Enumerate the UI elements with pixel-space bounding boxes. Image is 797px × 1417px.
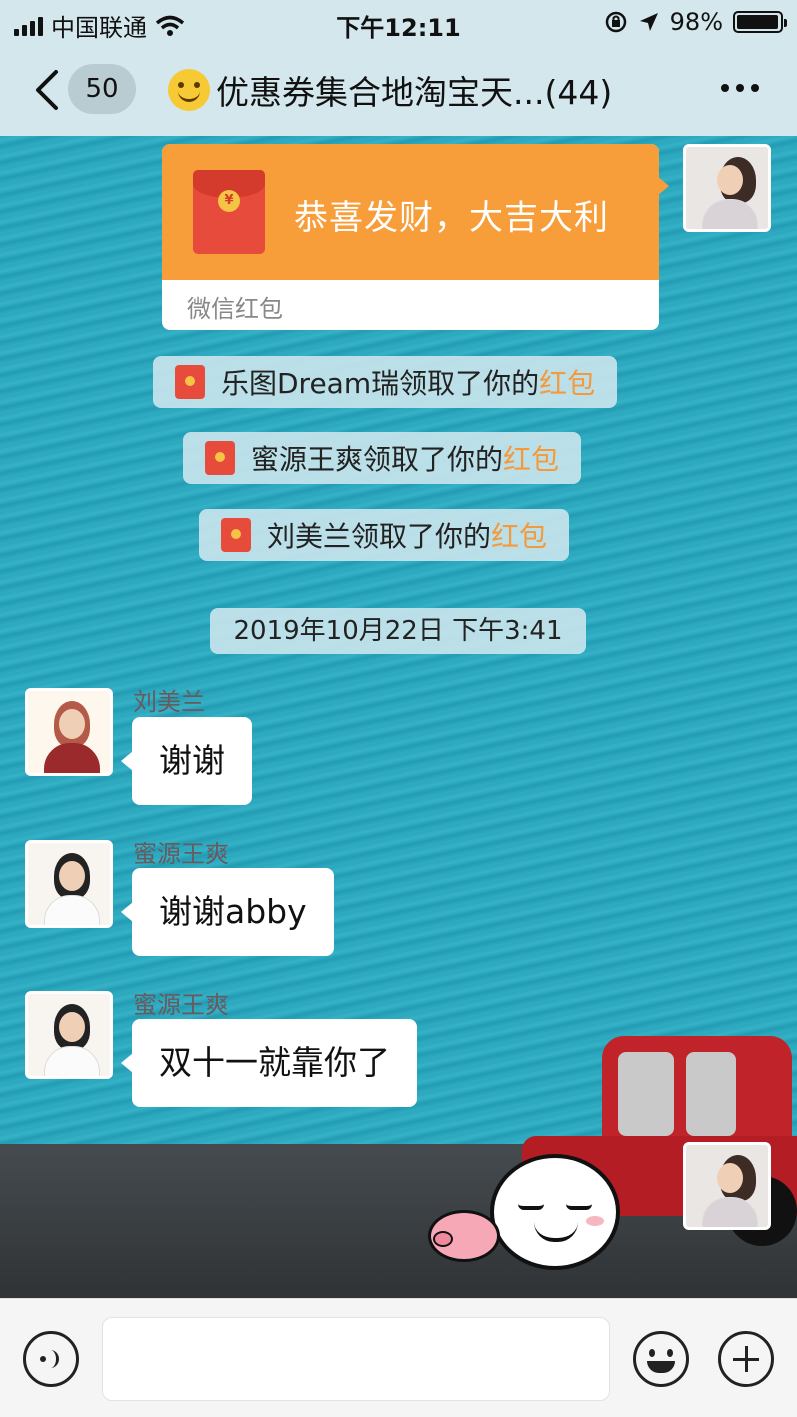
- red-packet-claim-notice: 刘美兰 领取了你的 红包: [199, 509, 570, 561]
- chat-header: 50 优惠券集合地淘宝天...(44): [0, 46, 797, 136]
- sticker-message[interactable]: [428, 1154, 638, 1298]
- voice-icon[interactable]: [23, 1331, 79, 1387]
- bubble-tail: [657, 176, 669, 196]
- chat-title: 优惠券集合地淘宝天...(44): [216, 73, 613, 112]
- red-packet-link[interactable]: 红包: [491, 515, 547, 555]
- message-bubble[interactable]: 双十一就靠你了: [121, 1019, 417, 1107]
- pig-icon: [428, 1210, 500, 1262]
- unread-count-badge[interactable]: 50: [68, 64, 136, 114]
- claim-text: 领取了你的: [351, 520, 492, 553]
- battery-fill: [737, 15, 779, 29]
- sender-name: 刘美兰: [133, 688, 205, 716]
- red-packet-greeting: 恭喜发财，大吉大利: [294, 198, 609, 238]
- sender-avatar[interactable]: [25, 688, 113, 776]
- claimer-name: 刘美兰: [267, 520, 352, 553]
- red-packet-footer: 微信红包: [187, 295, 283, 323]
- claim-text: 领取了你的: [399, 367, 540, 400]
- red-envelope-icon: [175, 365, 205, 399]
- chevron-left-icon[interactable]: [28, 68, 68, 112]
- chat-area[interactable]: ¥ 恭喜发财，大吉大利 微信红包 乐图Dream瑞 领取了你的 红包 蜜源王爽 …: [0, 136, 797, 1298]
- smile-emoji-icon: [168, 69, 210, 111]
- chat-title-wrap: 优惠券集合地淘宝天...(44): [168, 66, 612, 114]
- battery-icon: [733, 11, 787, 33]
- my-avatar[interactable]: [683, 1142, 771, 1230]
- battery-percent: 98%: [669, 8, 723, 36]
- claimer-name: 乐图Dream瑞: [221, 367, 400, 400]
- red-packet-body: ¥ 恭喜发财，大吉大利: [162, 144, 659, 280]
- message-bubble[interactable]: 谢谢abby: [121, 868, 334, 956]
- red-packet-claim-notice: 蜜源王爽 领取了你的 红包: [183, 432, 582, 484]
- location-icon: [639, 13, 658, 31]
- red-packet-claim-notice: 乐图Dream瑞 领取了你的 红包: [153, 356, 618, 408]
- sender-name: 蜜源王爽: [133, 840, 229, 868]
- red-packet-link[interactable]: 红包: [539, 362, 595, 402]
- my-avatar[interactable]: [683, 144, 771, 232]
- rotation-lock-icon: [605, 11, 626, 33]
- yuan-coin-icon: ¥: [218, 190, 240, 212]
- status-right: 98%: [604, 8, 787, 36]
- message-timestamp: 2019年10月22日 下午3:41: [210, 608, 586, 654]
- input-bar: [0, 1298, 797, 1417]
- sender-avatar[interactable]: [25, 991, 113, 1079]
- red-packet-link[interactable]: 红包: [503, 438, 559, 478]
- message-bubble[interactable]: 谢谢: [121, 717, 252, 805]
- emoji-icon[interactable]: [633, 1331, 689, 1387]
- red-envelope-icon: [205, 441, 235, 475]
- claimer-name: 蜜源王爽: [251, 443, 364, 476]
- message-input[interactable]: [102, 1317, 610, 1401]
- status-bar: 中国联通 下午12:11 98%: [0, 0, 797, 46]
- sender-avatar[interactable]: [25, 840, 113, 928]
- claim-text: 领取了你的: [363, 443, 504, 476]
- plus-icon[interactable]: [718, 1331, 774, 1387]
- more-dots-icon[interactable]: [721, 84, 759, 92]
- red-envelope-icon: [221, 518, 251, 552]
- sender-name: 蜜源王爽: [133, 991, 229, 1019]
- red-envelope-icon: ¥: [193, 170, 265, 254]
- red-packet-message[interactable]: ¥ 恭喜发财，大吉大利 微信红包: [162, 144, 659, 330]
